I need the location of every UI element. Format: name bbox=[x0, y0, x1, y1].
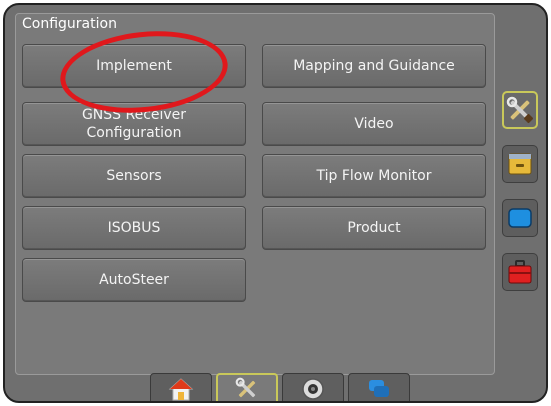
mapping-guidance-button[interactable]: Mapping and Guidance bbox=[262, 44, 486, 88]
configuration-panel: Configuration Implement Mapping and Guid… bbox=[15, 13, 495, 375]
panel-title: Configuration bbox=[22, 16, 117, 32]
toolbox-icon bbox=[508, 260, 532, 284]
sensors-button[interactable]: Sensors bbox=[22, 154, 246, 198]
camera-icon bbox=[302, 377, 324, 400]
screen: Configuration Implement Mapping and Guid… bbox=[3, 3, 548, 403]
tab-home[interactable] bbox=[150, 373, 212, 401]
tools-icon bbox=[235, 377, 256, 398]
tools-icon bbox=[506, 96, 534, 124]
home-icon bbox=[168, 377, 194, 400]
product-button[interactable]: Product bbox=[262, 206, 486, 250]
isobus-button[interactable]: ISOBUS bbox=[22, 206, 246, 250]
tab-camera[interactable] bbox=[282, 373, 344, 401]
side-tab-tools[interactable] bbox=[502, 91, 538, 129]
side-tab-toolbox[interactable] bbox=[502, 253, 538, 291]
tip-flow-monitor-button[interactable]: Tip Flow Monitor bbox=[262, 154, 486, 198]
tab-tools[interactable] bbox=[216, 373, 278, 401]
side-tab-drawer[interactable] bbox=[502, 145, 538, 183]
drawer-icon bbox=[508, 153, 532, 175]
video-button[interactable]: Video bbox=[262, 102, 486, 146]
tab-screens[interactable] bbox=[348, 373, 410, 401]
screens-icon bbox=[369, 379, 389, 397]
side-tab-display[interactable] bbox=[502, 199, 538, 237]
bottom-tab-bar bbox=[150, 373, 414, 401]
autosteer-button[interactable]: AutoSteer bbox=[22, 258, 246, 302]
blue-screen-icon bbox=[508, 208, 532, 228]
